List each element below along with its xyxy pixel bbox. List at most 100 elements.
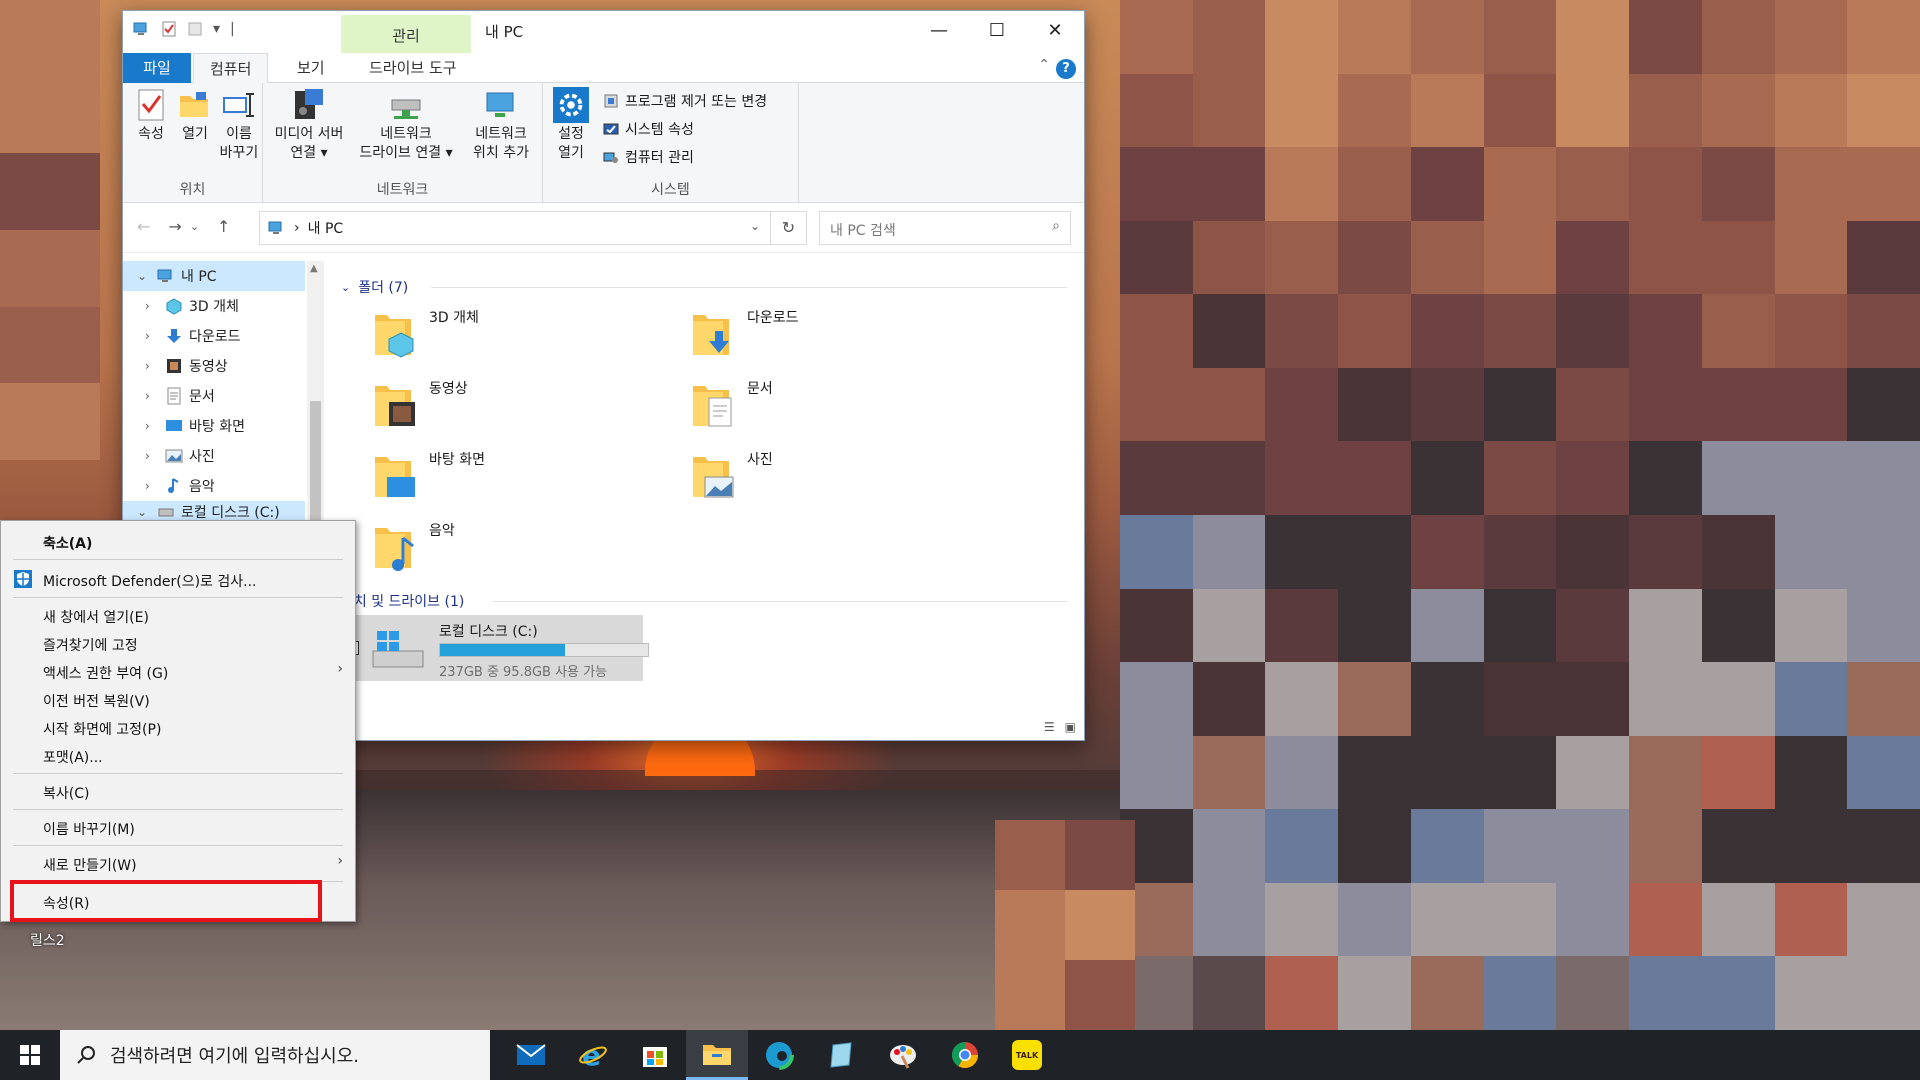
mosaic-block xyxy=(1774,441,1848,515)
new-folder-icon[interactable] xyxy=(187,21,203,37)
mosaic-block xyxy=(1701,882,1775,957)
chevron-down-icon[interactable]: ⌄ xyxy=(137,505,151,519)
folder-music[interactable]: 음악 xyxy=(373,520,673,576)
folder-videos[interactable]: 동영상 xyxy=(373,378,673,434)
nav-item-downloads[interactable]: › 다운로드 xyxy=(123,321,305,351)
mosaic-block xyxy=(1847,882,1920,957)
folder-documents[interactable]: 문서 xyxy=(691,378,991,434)
desktop-icon-label[interactable]: 릴스2 xyxy=(30,930,65,950)
up-arrow-icon[interactable]: ↑ xyxy=(217,217,230,236)
add-network-location-button[interactable]: 네트워크 위치 추가 xyxy=(463,87,539,163)
minimize-button[interactable]: — xyxy=(910,11,968,51)
mosaic-block xyxy=(1701,441,1775,515)
back-arrow-icon[interactable]: ← xyxy=(137,217,150,236)
chevron-right-icon[interactable]: › xyxy=(145,389,159,403)
nav-item-desktop[interactable]: › 바탕 화면 xyxy=(123,411,305,441)
folder-desktop[interactable]: 바탕 화면 xyxy=(373,449,673,505)
chrome-icon[interactable] xyxy=(934,1030,996,1080)
refresh-icon[interactable]: ↻ xyxy=(771,211,807,245)
store-icon[interactable] xyxy=(624,1030,686,1080)
menu-item-restore-versions[interactable]: 이전 버전 복원(V) xyxy=(43,691,150,711)
navigation-pane-scrollbar[interactable]: ▲ xyxy=(307,261,324,531)
large-icons-view-icon[interactable]: ▣ xyxy=(1065,720,1076,734)
mail-icon[interactable] xyxy=(500,1030,562,1080)
nav-item-documents[interactable]: › 문서 xyxy=(123,381,305,411)
chevron-down-icon[interactable]: ⌄ xyxy=(341,281,350,294)
ie-icon[interactable]: e xyxy=(562,1030,624,1080)
uninstall-program-button[interactable]: 프로그램 제거 또는 변경 xyxy=(603,91,767,111)
paint-icon[interactable] xyxy=(872,1030,934,1080)
computer-management-button[interactable]: 컴퓨터 관리 xyxy=(603,147,694,167)
recent-locations-chevron-icon[interactable]: ⌄ xyxy=(190,220,199,236)
tab-file[interactable]: 파일 xyxy=(123,53,191,83)
nav-item-videos[interactable]: › 동영상 xyxy=(123,351,305,381)
maximize-button[interactable]: ☐ xyxy=(968,11,1026,51)
mosaic-block xyxy=(1774,809,1848,883)
taskbar-search-input[interactable]: 검색하려면 여기에 입력하십시오. xyxy=(60,1030,490,1080)
nav-item-pictures[interactable]: › 사진 xyxy=(123,441,305,471)
chevron-right-icon[interactable]: › xyxy=(145,479,159,493)
tab-manage[interactable]: 관리 xyxy=(341,15,471,53)
rename-button[interactable]: 이름 바꾸기 xyxy=(219,87,259,163)
menu-item-open-new-window[interactable]: 새 창에서 열기(E) xyxy=(43,607,149,627)
forward-arrow-icon[interactable]: → xyxy=(168,217,181,236)
menu-item-pin-quick-access[interactable]: 즐겨찾기에 고정 xyxy=(43,635,138,655)
folder-3d-objects[interactable]: 3D 개체 xyxy=(373,307,673,363)
menu-item-rename[interactable]: 이름 바꾸기(M) xyxy=(43,819,135,839)
folder-downloads[interactable]: 다운로드 xyxy=(691,307,991,363)
mosaic-block xyxy=(1483,809,1557,883)
window-title: 내 PC xyxy=(485,23,524,41)
scroll-up-icon[interactable]: ▲ xyxy=(310,263,318,274)
local-disk-drive-item[interactable]: ✓ 로컬 디스크 (C:) 237GB 중 95.8GB 사용 가능 xyxy=(341,615,649,681)
tab-computer[interactable]: 컴퓨터 xyxy=(193,53,269,83)
properties-button[interactable]: 속성 xyxy=(131,87,171,144)
close-button[interactable]: ✕ xyxy=(1026,11,1084,51)
file-explorer-icon[interactable] xyxy=(686,1030,748,1080)
menu-item-format[interactable]: 포맷(A)... xyxy=(43,747,103,767)
chevron-right-icon[interactable]: › xyxy=(145,299,159,313)
notepad-icon[interactable] xyxy=(810,1030,872,1080)
chevron-right-icon[interactable]: › xyxy=(145,329,159,343)
map-network-drive-button[interactable]: 네트워크 드라이브 연결 ▾ xyxy=(351,87,461,163)
system-properties-button[interactable]: 시스템 속성 xyxy=(603,119,694,139)
help-icon[interactable]: ? xyxy=(1056,59,1076,79)
start-button[interactable] xyxy=(0,1030,60,1080)
qat-dropdown-icon[interactable]: ▾ xyxy=(213,21,220,37)
address-field[interactable]: › 내 PC ⌄ xyxy=(259,211,771,245)
folders-group-header[interactable]: ⌄ 폴더 (7) xyxy=(341,277,408,297)
menu-item-give-access[interactable]: 액세스 권한 부여 (G) xyxy=(43,663,168,683)
open-settings-button[interactable]: 설정 열기 xyxy=(549,87,593,163)
mosaic-block xyxy=(1629,662,1702,736)
properties-icon[interactable] xyxy=(161,21,177,37)
chevron-right-icon[interactable]: › xyxy=(145,419,159,433)
tab-view[interactable]: 보기 xyxy=(281,53,341,83)
nav-item-this-pc[interactable]: ⌄ 내 PC xyxy=(123,261,305,291)
nav-item-music[interactable]: › 음악 xyxy=(123,471,305,501)
kakaotalk-icon[interactable]: TALK xyxy=(996,1030,1058,1080)
pictures-folder-icon xyxy=(693,457,734,498)
ribbon-collapse-icon[interactable]: ⌃ xyxy=(1038,57,1050,73)
tab-drive-tools[interactable]: 드라이브 도구 xyxy=(353,53,473,83)
edge-icon[interactable] xyxy=(748,1030,810,1080)
breadcrumb-item[interactable]: 내 PC xyxy=(308,218,344,238)
search-input[interactable]: 내 PC 검색 ⌕ xyxy=(819,211,1071,245)
breadcrumb-separator-icon[interactable]: › xyxy=(294,220,300,236)
mosaic-block xyxy=(1192,220,1266,295)
menu-item-collapse[interactable]: 축소(A) xyxy=(43,533,92,553)
open-button[interactable]: 열기 xyxy=(177,87,213,144)
menu-item-pin-start[interactable]: 시작 화면에 고정(P) xyxy=(43,719,161,739)
chevron-right-icon[interactable]: › xyxy=(145,359,159,373)
menu-item-new[interactable]: 새로 만들기(W) xyxy=(43,855,137,875)
details-view-icon[interactable]: ☰ xyxy=(1044,720,1055,734)
folder-pictures[interactable]: 사진 xyxy=(691,449,991,505)
address-dropdown-icon[interactable]: ⌄ xyxy=(750,219,760,233)
devices-group-header[interactable]: 장치 및 드라이브 (1) xyxy=(341,591,464,611)
chevron-right-icon[interactable]: › xyxy=(145,449,159,463)
chevron-down-icon[interactable]: ⌄ xyxy=(137,269,151,283)
mosaic-block xyxy=(1556,882,1630,957)
menu-item-copy[interactable]: 복사(C) xyxy=(43,783,89,803)
nav-item-3d-objects[interactable]: › 3D 개체 xyxy=(123,291,305,321)
media-server-button[interactable]: 미디어 서버 연결 ▾ xyxy=(267,87,351,163)
menu-item-defender-scan[interactable]: Microsoft Defender(으)로 검사... xyxy=(43,571,256,591)
scrollbar-thumb[interactable] xyxy=(310,401,321,521)
